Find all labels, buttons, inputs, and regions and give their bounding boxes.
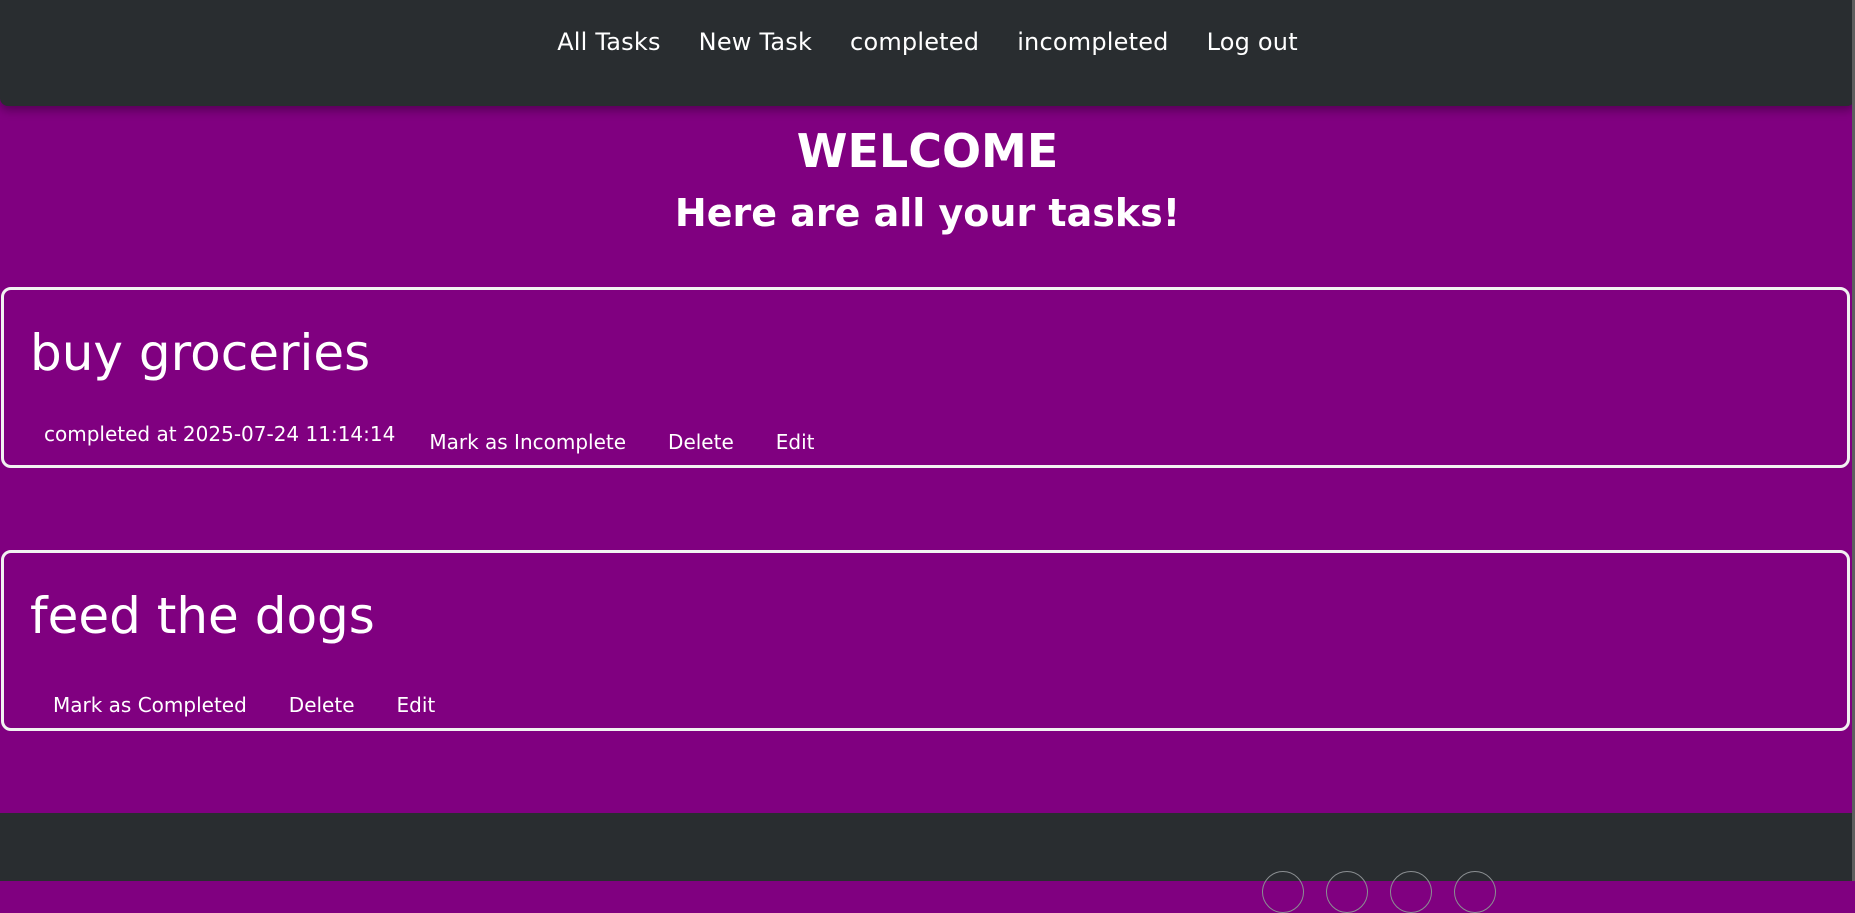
- task-actions: Mark as Completed Delete Edit: [53, 693, 435, 717]
- mark-incomplete-button[interactable]: Mark as Incomplete: [429, 430, 626, 454]
- nav-link-completed[interactable]: completed: [850, 28, 979, 56]
- task-title: buy groceries: [30, 324, 371, 382]
- footer: [0, 813, 1855, 913]
- task-title: feed the dogs: [30, 587, 375, 645]
- page-title: WELCOME: [796, 124, 1059, 178]
- social-icon[interactable]: [1326, 871, 1368, 913]
- task-card: feed the dogs Mark as Completed Delete E…: [1, 550, 1850, 731]
- delete-button[interactable]: Delete: [668, 430, 734, 454]
- nav-link-all-tasks[interactable]: All Tasks: [557, 28, 660, 56]
- mark-completed-button[interactable]: Mark as Completed: [53, 693, 247, 717]
- task-actions: completed at 2025-07-24 11:14:14 Mark as…: [44, 422, 815, 454]
- nav-link-incompleted[interactable]: incompleted: [1017, 28, 1168, 56]
- task-completed-status: completed at 2025-07-24 11:14:14: [44, 422, 396, 446]
- nav-link-log-out[interactable]: Log out: [1207, 28, 1298, 56]
- task-card: buy groceries completed at 2025-07-24 11…: [1, 287, 1850, 468]
- social-icon[interactable]: [1262, 871, 1304, 913]
- nav-link-new-task[interactable]: New Task: [699, 28, 812, 56]
- social-icon[interactable]: [1454, 871, 1496, 913]
- social-icon[interactable]: [1390, 871, 1432, 913]
- page-subtitle: Here are all your tasks!: [674, 191, 1181, 235]
- nav-menu: All Tasks New Task completed incompleted…: [557, 28, 1298, 56]
- navbar: All Tasks New Task completed incompleted…: [0, 0, 1855, 106]
- welcome-section: WELCOME Here are all your tasks!: [0, 120, 1855, 244]
- edit-button[interactable]: Edit: [397, 693, 436, 717]
- edit-button[interactable]: Edit: [776, 430, 815, 454]
- delete-button[interactable]: Delete: [289, 693, 355, 717]
